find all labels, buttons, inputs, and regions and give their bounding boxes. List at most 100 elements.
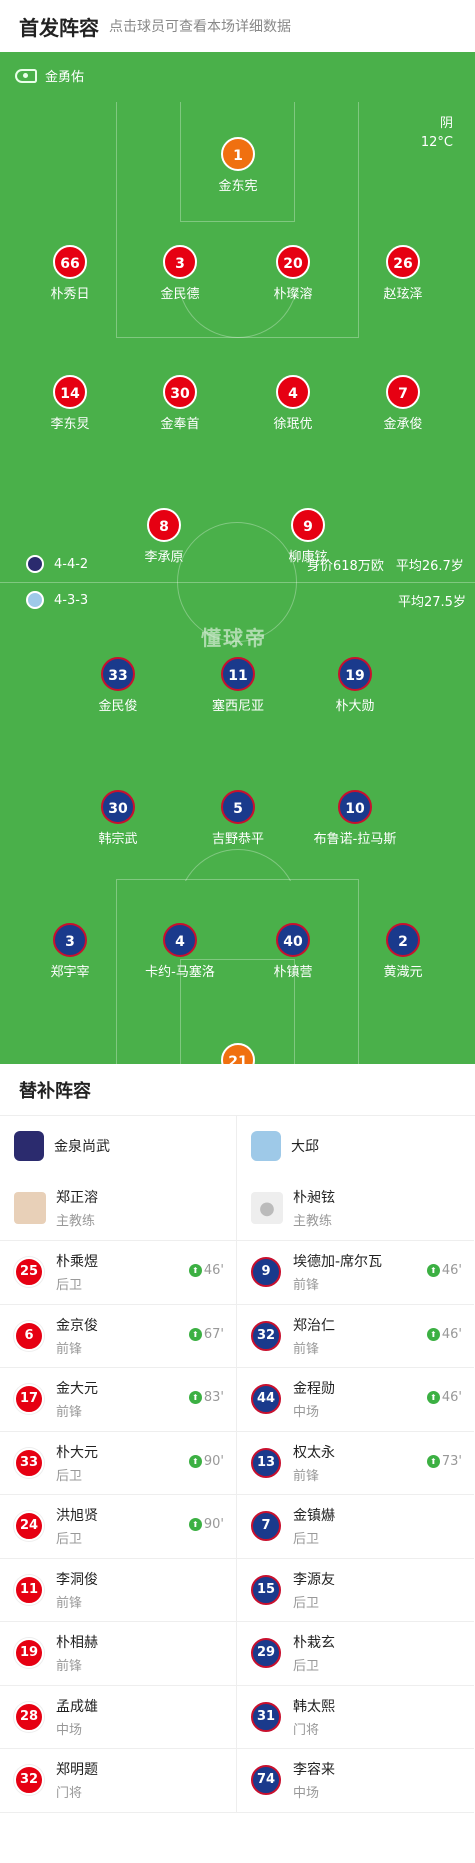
away-subs-column: 大邱 ● 朴昶铉 主教练 9 埃德加-席尔瓦 前锋 ⬆ 46' 32 郑治仁 前锋 ⬆ 46' 44 金… [237,1116,474,1813]
home-player[interactable]: 7 金承俊 [338,375,468,432]
home-formation: 4-4-2 [26,555,88,573]
home-coach[interactable]: 郑正溶 主教练 [0,1176,236,1241]
player-number: 3 [163,245,197,279]
sub-player-row[interactable]: 11 李洞俊 前锋 [0,1559,236,1622]
sub-player-row[interactable]: 44 金程勋 中场 ⬆ 46' [237,1368,474,1432]
sub-in-time: ⬆ 46' [426,1390,462,1405]
away-player[interactable]: 33 金民俊 [53,657,183,714]
player-name: 塞西尼亚 [211,699,264,714]
player-number: 30 [163,375,197,409]
sub-in-time-text: 46' [441,1263,462,1278]
home-team-row[interactable]: 金泉尚武 [0,1116,236,1176]
away-coach[interactable]: ● 朴昶铉 主教练 [237,1176,474,1241]
pitch: 金勇佑 阴 12°C 1 金东宪 66 朴秀日 3 金民德 20 朴璨溶 26 赵玹泽 14 李东炅 3… [0,52,475,1064]
sub-player-row[interactable]: 29 朴栽玄 后卫 [237,1622,474,1686]
home-value: 身价618万欧 [307,559,384,574]
sub-player-row[interactable]: 74 李容来 中场 [237,1749,474,1813]
sub-number: 25 [14,1257,44,1288]
sub-in-arrow-icon: ⬆ [426,1327,440,1341]
coach-avatar-icon [14,1192,46,1224]
player-name: 吉野恭平 [211,832,264,847]
sub-position: 前锋 [56,1341,83,1357]
player-number: 5 [221,790,255,824]
sub-number: 32 [251,1320,281,1351]
home-player[interactable]: 26 赵玹泽 [338,245,468,302]
sub-player-row[interactable]: 28 孟成雄 中场 [0,1686,236,1749]
sub-player-row[interactable]: 19 朴相赫 前锋 [0,1622,236,1686]
sub-player-row[interactable]: 32 郑治仁 前锋 ⬆ 46' [237,1305,474,1368]
sub-position: 中场 [293,1405,320,1421]
sub-player-row[interactable]: 24 洪旭贤 后卫 ⬆ 90' [0,1495,236,1559]
sub-in-time: ⬆ 73' [426,1454,462,1469]
home-player[interactable]: 1 金东宪 [173,137,303,194]
player-name: 黄渽元 [383,965,423,980]
away-player[interactable]: 10 布鲁诺-拉马斯 [290,790,420,847]
player-name: 金东宪 [218,179,258,194]
player-number: 40 [276,923,310,957]
away-player[interactable]: 4 卡约-马塞洛 [115,923,245,980]
player-number: 26 [386,245,420,279]
away-team-row[interactable]: 大邱 [237,1116,474,1176]
away-player[interactable]: 11 塞西尼亚 [173,657,303,714]
sub-name: 金镇爀 [293,1508,335,1525]
sub-name: 金大元 [56,1381,98,1398]
sub-player-row[interactable]: 33 朴大元 后卫 ⬆ 90' [0,1432,236,1495]
sub-player-row[interactable]: 15 李源友 后卫 [237,1559,474,1622]
sub-in-time: ⬆ 67' [188,1327,224,1342]
sub-player-row[interactable]: 9 埃德加-席尔瓦 前锋 ⬆ 46' [237,1241,474,1305]
home-avg-age: 平均26.7岁 [395,559,464,574]
sub-position: 前锋 [56,1659,83,1675]
page-hint: 点击球员可查看本场详细数据 [109,19,291,35]
sub-number: 28 [14,1701,44,1732]
sub-player-row[interactable]: 7 金镇爀 后卫 [237,1495,474,1559]
weather-condition: 阴 [439,116,453,131]
sub-name: 金京俊 [56,1317,98,1334]
player-number: 7 [386,375,420,409]
sub-position: 前锋 [293,1341,320,1357]
sub-number: 17 [14,1384,44,1415]
away-player[interactable]: 2 黄渽元 [338,923,468,980]
sub-position: 中场 [293,1786,320,1802]
home-player[interactable]: 8 李承原 [99,508,229,565]
sub-player-row[interactable]: 17 金大元 前锋 ⬆ 83' [0,1368,236,1432]
sub-number: 33 [14,1447,44,1478]
away-player[interactable]: 30 韩宗武 [53,790,183,847]
away-coach-role: 主教练 [293,1214,333,1229]
away-player[interactable]: 21吴承训 [173,1043,303,1064]
away-stats: 平均27.5岁 [398,591,466,610]
sub-position: 后卫 [56,1532,83,1548]
sub-player-row[interactable]: 13 权太永 前锋 ⬆ 73' [237,1432,474,1495]
away-formation-text: 4-3-3 [54,592,89,608]
home-coach-role: 主教练 [56,1214,96,1229]
sub-name: 朴乘煜 [56,1254,98,1271]
sub-player-row[interactable]: 31 韩太熙 门将 [237,1686,474,1749]
player-number: 20 [276,245,310,279]
player-name: 金承俊 [383,417,423,432]
sub-number: 29 [251,1638,281,1669]
player-number: 21 [221,1043,255,1064]
player-number: 14 [53,375,87,409]
away-player[interactable]: 19 朴大勋 [290,657,420,714]
player-name: 赵玹泽 [383,287,423,302]
sub-position: 后卫 [56,1468,83,1484]
sub-number: 32 [14,1765,44,1796]
sub-player-row[interactable]: 32 郑明题 门将 [0,1749,236,1813]
sub-number: 13 [251,1447,281,1478]
sub-position: 门将 [293,1722,320,1738]
sub-name: 朴大元 [56,1444,98,1461]
home-player[interactable]: 3 金民德 [115,245,245,302]
watermark: 懂球帝 [201,626,267,650]
sub-in-time-text: 46' [203,1263,224,1278]
page-title: 首发阵容 [19,15,99,40]
sub-name: 朴相赫 [56,1635,98,1652]
sub-in-time: ⬆ 46' [426,1327,462,1342]
sub-player-row[interactable]: 25 朴乘煜 后卫 ⬆ 46' [0,1241,236,1305]
away-player[interactable]: 5 吉野恭平 [173,790,303,847]
sub-player-row[interactable]: 6 金京俊 前锋 ⬆ 67' [0,1305,236,1368]
home-player[interactable]: 30 金奉首 [115,375,245,432]
sub-number: 74 [251,1765,281,1796]
player-number: 4 [276,375,310,409]
sub-name: 埃德加-席尔瓦 [293,1254,383,1271]
weather-temp: 12°C [420,135,453,150]
player-number: 9 [291,508,325,542]
